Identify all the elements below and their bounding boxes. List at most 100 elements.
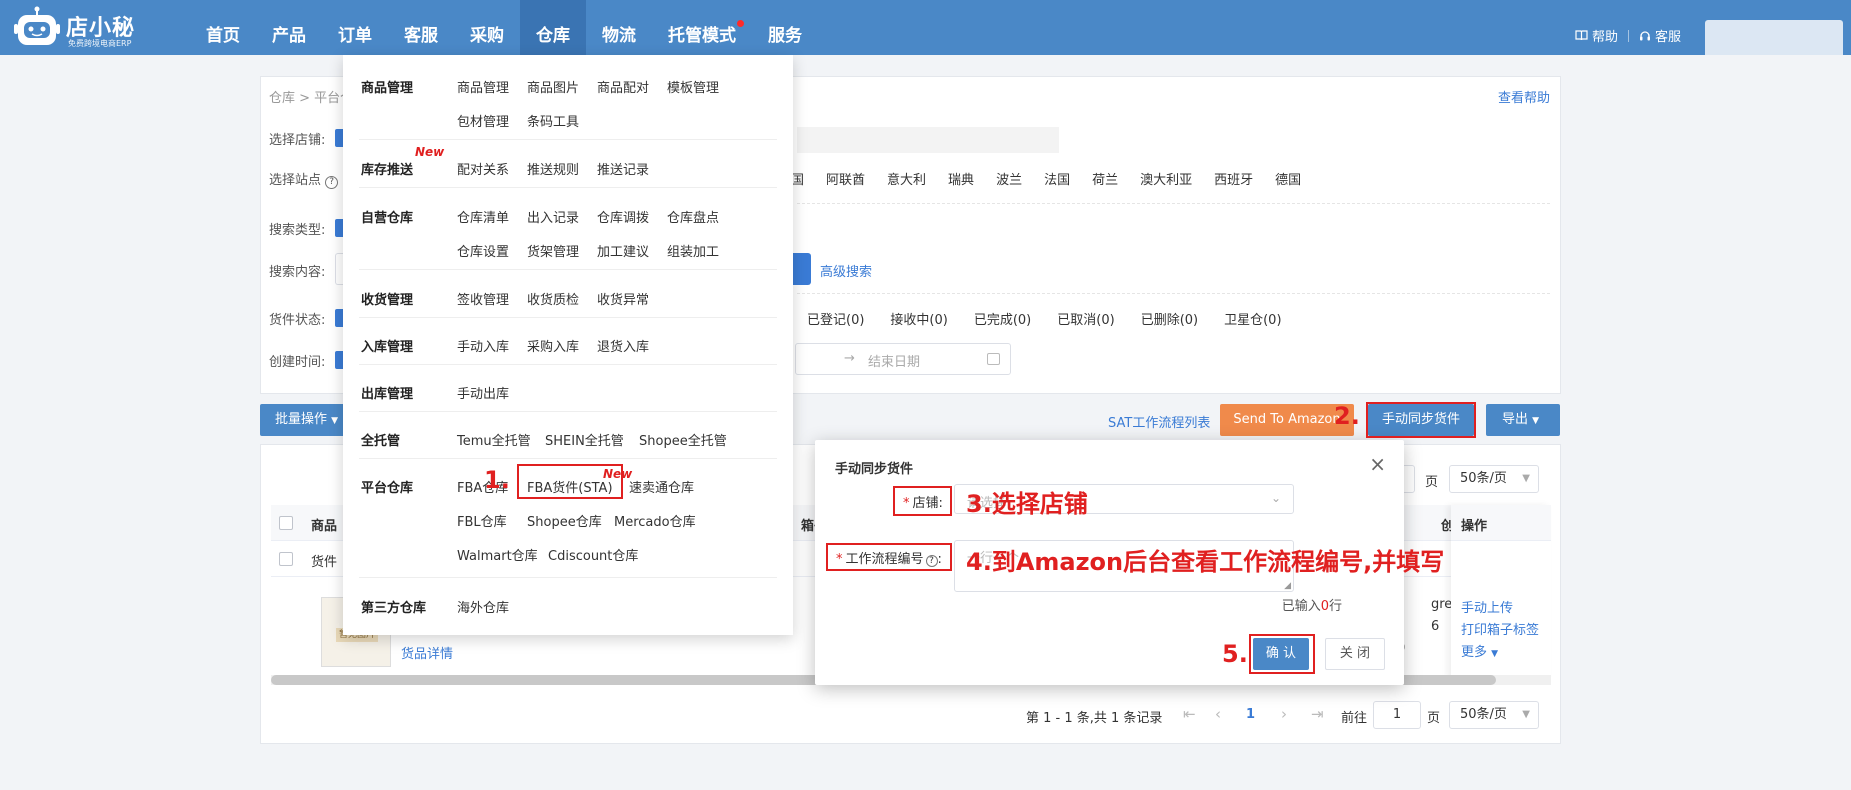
menu-item[interactable]: Shopee全托管 [639,430,727,449]
date-range-picker[interactable]: → 结束日期 [795,343,1011,375]
first-page-icon[interactable]: ⇤ [1183,705,1196,723]
site-option[interactable]: 澳大利亚 [1140,169,1192,188]
menu-item[interactable]: SHEIN全托管 [545,430,624,449]
site-option[interactable]: 阿联酋 [826,169,865,188]
menu-item[interactable]: 海外仓库 [457,597,509,616]
menu-item[interactable]: 商品图片 [527,77,579,96]
next-page-icon[interactable]: › [1281,705,1287,723]
site-option[interactable]: 德国 [1275,169,1301,188]
menu-divider [359,139,777,140]
site-option[interactable]: 意大利 [887,169,926,188]
menu-item[interactable]: 仓库盘点 [667,207,719,226]
nav-home[interactable]: 首页 [190,0,256,55]
menu-item[interactable]: 推送记录 [597,159,649,178]
menu-item[interactable]: 仓库清单 [457,207,509,226]
status-option[interactable]: 已取消(0) [1057,309,1114,328]
menu-item[interactable]: 速卖通仓库 [629,477,694,496]
export-button[interactable]: 导出 ▼ [1486,404,1560,436]
menu-item[interactable]: 仓库设置 [457,241,509,260]
menu-item[interactable]: Mercado仓库 [614,511,696,530]
menu-item[interactable]: 包材管理 [457,111,509,130]
menu-item[interactable]: 货架管理 [527,241,579,260]
menu-item[interactable]: Temu全托管 [457,430,531,449]
menu-item[interactable]: 商品管理 [457,77,509,96]
menu-item[interactable]: Cdiscount仓库 [548,545,638,564]
row-checkbox[interactable] [279,552,293,566]
line-count: 已输入0行 [1282,595,1342,614]
nav-managed-mode[interactable]: 托管模式 [652,0,752,55]
batch-label: 批量操作 [275,412,328,427]
menu-item[interactable]: Walmart仓库 [457,545,538,564]
more-actions-link[interactable]: 更多 ▼ [1461,641,1498,660]
batch-actions-button[interactable]: 批量操作 ▼ [260,404,346,436]
menu-divider [359,411,777,412]
column-header-actions: 操作 [1451,505,1551,541]
goto-page-input[interactable]: 1 [1373,701,1421,729]
current-page[interactable]: 1 [1246,707,1255,722]
close-button[interactable]: 关 闭 [1325,638,1385,670]
page-size-select[interactable]: 50条/页 ▼ [1449,701,1539,729]
menu-item[interactable]: 退货入库 [597,336,649,355]
view-help-link[interactable]: 查看帮助 [1498,87,1550,106]
brand-logo[interactable]: 店小秘 免费跨境电商ERP [14,4,144,52]
site-option[interactable]: 波兰 [996,169,1022,188]
menu-item[interactable]: 组装加工 [667,241,719,260]
breadcrumb: 仓库 > 平台仓 [269,91,354,106]
status-option[interactable]: 已删除(0) [1141,309,1198,328]
site-option[interactable]: 法国 [1044,169,1070,188]
nav-purchase[interactable]: 采购 [454,0,520,55]
nav-customer-service[interactable]: 客服 [388,0,454,55]
menu-item[interactable]: 收货异常 [597,289,649,308]
page-size-select-top[interactable]: 50条/页 ▼ [1449,465,1539,493]
menu-item[interactable]: FBL仓库 [457,511,507,530]
annotation-step-2: 2. [1334,402,1360,430]
end-date-placeholder: 结束日期 [868,355,921,370]
menu-item[interactable]: 商品配对 [597,77,649,96]
status-option[interactable]: 已完成(0) [974,309,1031,328]
menu-item[interactable]: 仓库调拨 [597,207,649,226]
resize-handle-icon[interactable]: ◢ [1284,581,1291,591]
advanced-search-link[interactable]: 高级搜索 [820,261,872,280]
chevron-down-icon: ⌄ [1270,491,1281,505]
nav-services[interactable]: 服务 [752,0,818,55]
new-badge: New [415,145,445,159]
nav-warehouse[interactable]: 仓库 [520,0,586,55]
help-link-top[interactable]: 帮助 [1565,26,1628,45]
site-option[interactable]: 瑞典 [948,169,974,188]
nav-logistics[interactable]: 物流 [586,0,652,55]
prev-page-icon[interactable]: ‹ [1215,705,1221,723]
page-unit: 页 [1427,711,1441,726]
nav-order[interactable]: 订单 [322,0,388,55]
menu-item[interactable]: 条码工具 [527,111,579,130]
menu-item[interactable]: 签收管理 [457,289,509,308]
page-size-value: 50条/页 [1460,707,1507,722]
menu-item[interactable]: 采购入库 [527,336,579,355]
user-account-box[interactable] [1705,20,1843,55]
menu-item[interactable]: Shopee仓库 [527,511,602,530]
select-all-checkbox[interactable] [279,516,293,530]
sat-workflow-list-link[interactable]: SAT工作流程列表 [1108,412,1210,431]
menu-item[interactable]: 收货质检 [527,289,579,308]
site-option[interactable]: 荷兰 [1092,169,1118,188]
item-detail-link[interactable]: 货品详情 [401,643,453,662]
site-option[interactable]: 西班牙 [1214,169,1253,188]
page-size-value: 50条/页 [1460,471,1507,486]
menu-item[interactable]: 配对关系 [457,159,509,178]
menu-item[interactable]: 模板管理 [667,77,719,96]
last-page-icon[interactable]: ⇥ [1311,705,1324,723]
close-icon[interactable]: × [1369,452,1386,476]
service-link-top[interactable]: 客服 [1629,26,1691,45]
top-right-links: 帮助 客服 [1565,26,1691,45]
print-box-label-link[interactable]: 打印箱子标签 [1461,619,1539,638]
status-option[interactable]: 卫星仓(0) [1224,309,1281,328]
book-icon [1575,30,1588,41]
status-option[interactable]: 已登记(0) [807,309,864,328]
menu-item[interactable]: 加工建议 [597,241,649,260]
nav-product[interactable]: 产品 [256,0,322,55]
manual-upload-link[interactable]: 手动上传 [1461,597,1513,616]
menu-item[interactable]: 手动入库 [457,336,509,355]
status-option[interactable]: 接收中(0) [890,309,947,328]
menu-item[interactable]: 推送规则 [527,159,579,178]
menu-item[interactable]: 出入记录 [527,207,579,226]
menu-item[interactable]: 手动出库 [457,383,509,402]
